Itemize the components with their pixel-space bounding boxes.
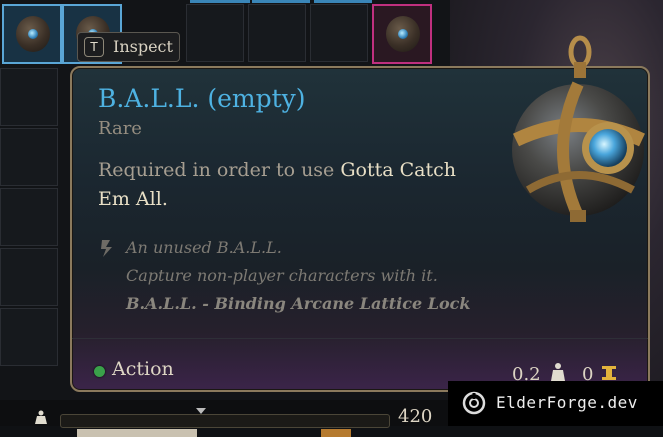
ball-item-icon — [16, 16, 50, 52]
weight-icon — [35, 410, 47, 424]
inventory-slot[interactable] — [0, 68, 58, 126]
item-requirement: Required in order to use Gotta Catch Em … — [98, 156, 478, 214]
watermark-text: ElderForge.dev — [496, 393, 638, 412]
footer-divider — [72, 338, 648, 339]
item-name: B.A.L.L. (empty) — [98, 84, 306, 113]
action-dot-icon — [94, 366, 105, 377]
requirement-suffix: . — [161, 188, 168, 210]
gold-icon — [602, 366, 616, 380]
slot-top-highlight — [314, 0, 372, 3]
inspect-label: Inspect — [113, 37, 173, 56]
item-rarity: Rare — [98, 118, 142, 139]
inspect-button[interactable]: T Inspect — [77, 32, 180, 62]
carry-weight-threshold — [321, 429, 351, 437]
requirement-prefix: Required in order to use — [98, 159, 341, 181]
watermark: ElderForge.dev — [448, 381, 663, 426]
inventory-slot[interactable] — [310, 4, 368, 62]
inventory-slot[interactable] — [0, 188, 58, 246]
keybind-t: T — [84, 37, 104, 57]
inventory-slot-ball-marked[interactable] — [372, 4, 432, 64]
inventory-slot[interactable] — [248, 4, 306, 62]
inventory-slot[interactable] — [0, 308, 58, 366]
slot-top-highlight — [252, 0, 310, 3]
carry-weight-value: 420 — [398, 406, 433, 427]
elderforge-logo-icon — [462, 391, 486, 415]
carry-weight-fill — [77, 429, 197, 437]
inventory-slot-ball-selected[interactable] — [2, 4, 62, 64]
ball-item-image — [512, 35, 645, 222]
lore-line-3: B.A.L.L. - Binding Arcane Lattice Lock — [126, 294, 471, 313]
lore-line-2: Capture non-player characters with it. — [126, 266, 438, 285]
item-tooltip: B.A.L.L. (empty) Rare Required in order … — [70, 35, 650, 392]
ball-item-icon — [386, 16, 420, 52]
weight-icon — [551, 363, 565, 381]
lore-line-1: An unused B.A.L.L. — [126, 238, 282, 257]
inventory-slot[interactable] — [186, 4, 244, 62]
carry-weight-bar: 420 — [0, 400, 448, 437]
action-type-label: Action — [112, 358, 174, 380]
inventory-slot[interactable] — [0, 248, 58, 306]
quill-icon — [101, 240, 112, 257]
slot-top-highlight — [190, 0, 250, 3]
inventory-slot[interactable] — [0, 128, 58, 186]
